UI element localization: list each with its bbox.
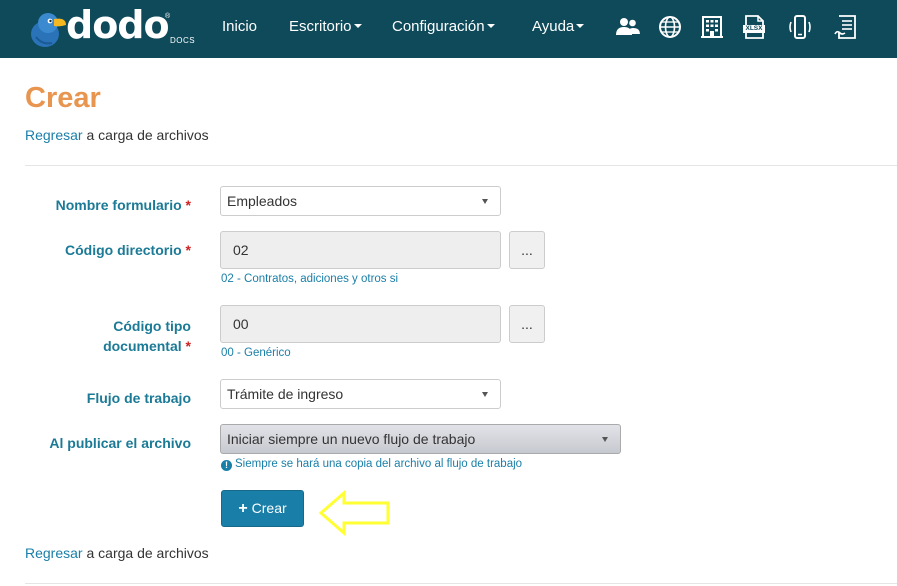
back-link-top: Regresar a carga de archivos (25, 127, 209, 143)
nav-escritorio[interactable]: Escritorio (289, 18, 362, 35)
required-mark: * (185, 242, 191, 258)
codigo-directorio-label: Código directorio * (30, 242, 191, 258)
dodo-bird-icon (31, 13, 66, 47)
codigo-directorio-label-text: Código directorio (64, 242, 182, 258)
flujo-de-trabajo-select[interactable]: Trámite de ingreso (220, 379, 501, 409)
required-mark: * (185, 338, 191, 354)
plus-icon: + (238, 500, 248, 517)
xlsx-label: XLSX (745, 25, 763, 32)
codigo-directorio-browse-button[interactable]: ... (509, 231, 545, 269)
flujo-de-trabajo-label: Flujo de trabajo (86, 390, 191, 406)
top-navbar: dodo ® DOCS Inicio Escritorio Configurac… (0, 0, 897, 58)
codigo-directorio-input[interactable]: 02 (220, 231, 501, 269)
crear-button[interactable]: + Crear (221, 490, 304, 527)
logo-docs-label: DOCS (170, 36, 196, 45)
users-icon[interactable] (615, 14, 641, 40)
codigo-tipo-documental-value: 00 (233, 316, 249, 332)
logo-registered-mark: ® (165, 13, 171, 20)
nav-configuracion-label: Configuración (392, 18, 485, 35)
codigo-directorio-value: 02 (233, 242, 249, 258)
codigo-tipo-documental-input[interactable]: 00 (220, 305, 501, 343)
page-title: Crear (25, 82, 101, 114)
dropdown-arrow-icon (602, 437, 608, 442)
xlsx-file-icon[interactable]: XLSX (741, 14, 767, 40)
nombre-formulario-label: Nombre formulario * (30, 197, 191, 213)
al-publicar-value: Iniciar siempre un nuevo flujo de trabaj… (227, 431, 476, 447)
document-list-icon[interactable] (833, 14, 859, 40)
dropdown-arrow-icon (482, 199, 488, 204)
crear-button-label: Crear (251, 500, 287, 516)
flujo-de-trabajo-value: Trámite de ingreso (227, 386, 344, 402)
nav-inicio[interactable]: Inicio (222, 18, 257, 35)
nav-ayuda[interactable]: Ayuda (532, 18, 585, 35)
divider-top (25, 165, 897, 166)
building-icon[interactable] (699, 14, 725, 40)
nombre-formulario-label-text: Nombre formulario (55, 197, 182, 213)
back-link-bottom-suffix: a carga de archivos (82, 545, 209, 561)
globe-icon[interactable] (657, 14, 683, 40)
codigo-tipo-label-line2: documental (103, 338, 182, 354)
codigo-tipo-documental-browse-button[interactable]: ... (509, 305, 545, 343)
nav-inicio-label: Inicio (222, 18, 258, 35)
codigo-tipo-documental-help: 00 - Genérico (221, 347, 291, 359)
divider-bottom (25, 583, 897, 584)
al-publicar-label: Al publicar el archivo (49, 435, 191, 451)
mobile-vibrate-icon[interactable] (787, 14, 813, 40)
back-link-top-anchor[interactable]: Regresar (25, 127, 83, 143)
al-publicar-help-text: Siempre se hará una copia del archivo al… (235, 458, 523, 470)
nav-escritorio-label: Escritorio (289, 18, 352, 35)
back-link-bottom: Regresar a carga de archivos (25, 545, 209, 561)
dropdown-arrow-icon (482, 392, 488, 397)
al-publicar-select[interactable]: Iniciar siempre un nuevo flujo de trabaj… (220, 424, 621, 454)
caret-down-icon (353, 24, 362, 29)
back-link-bottom-anchor[interactable]: Regresar (25, 545, 83, 561)
nav-configuracion[interactable]: Configuración (392, 18, 495, 35)
nombre-formulario-value: Empleados (227, 193, 298, 209)
al-publicar-help: ! Siempre se hará una copia del archivo a… (221, 458, 522, 471)
codigo-directorio-help: 02 - Contratos, adiciones y otros si (221, 273, 399, 285)
nombre-formulario-select[interactable]: Empleados (220, 186, 501, 216)
back-link-top-suffix: a carga de archivos (82, 127, 209, 143)
caret-down-icon (486, 24, 495, 29)
logo-wordmark: dodo (66, 3, 170, 47)
codigo-tipo-documental-label: Código tipo documental * (30, 316, 191, 356)
codigo-tipo-label-line1: Código tipo (113, 318, 191, 334)
required-mark: * (185, 197, 191, 213)
dodo-docs-logo[interactable]: dodo ® DOCS (28, 3, 198, 51)
nav-ayuda-label: Ayuda (532, 18, 575, 35)
info-circle-icon: ! (221, 460, 232, 471)
annotation-arrow-icon (318, 490, 390, 536)
caret-down-icon (576, 24, 585, 29)
